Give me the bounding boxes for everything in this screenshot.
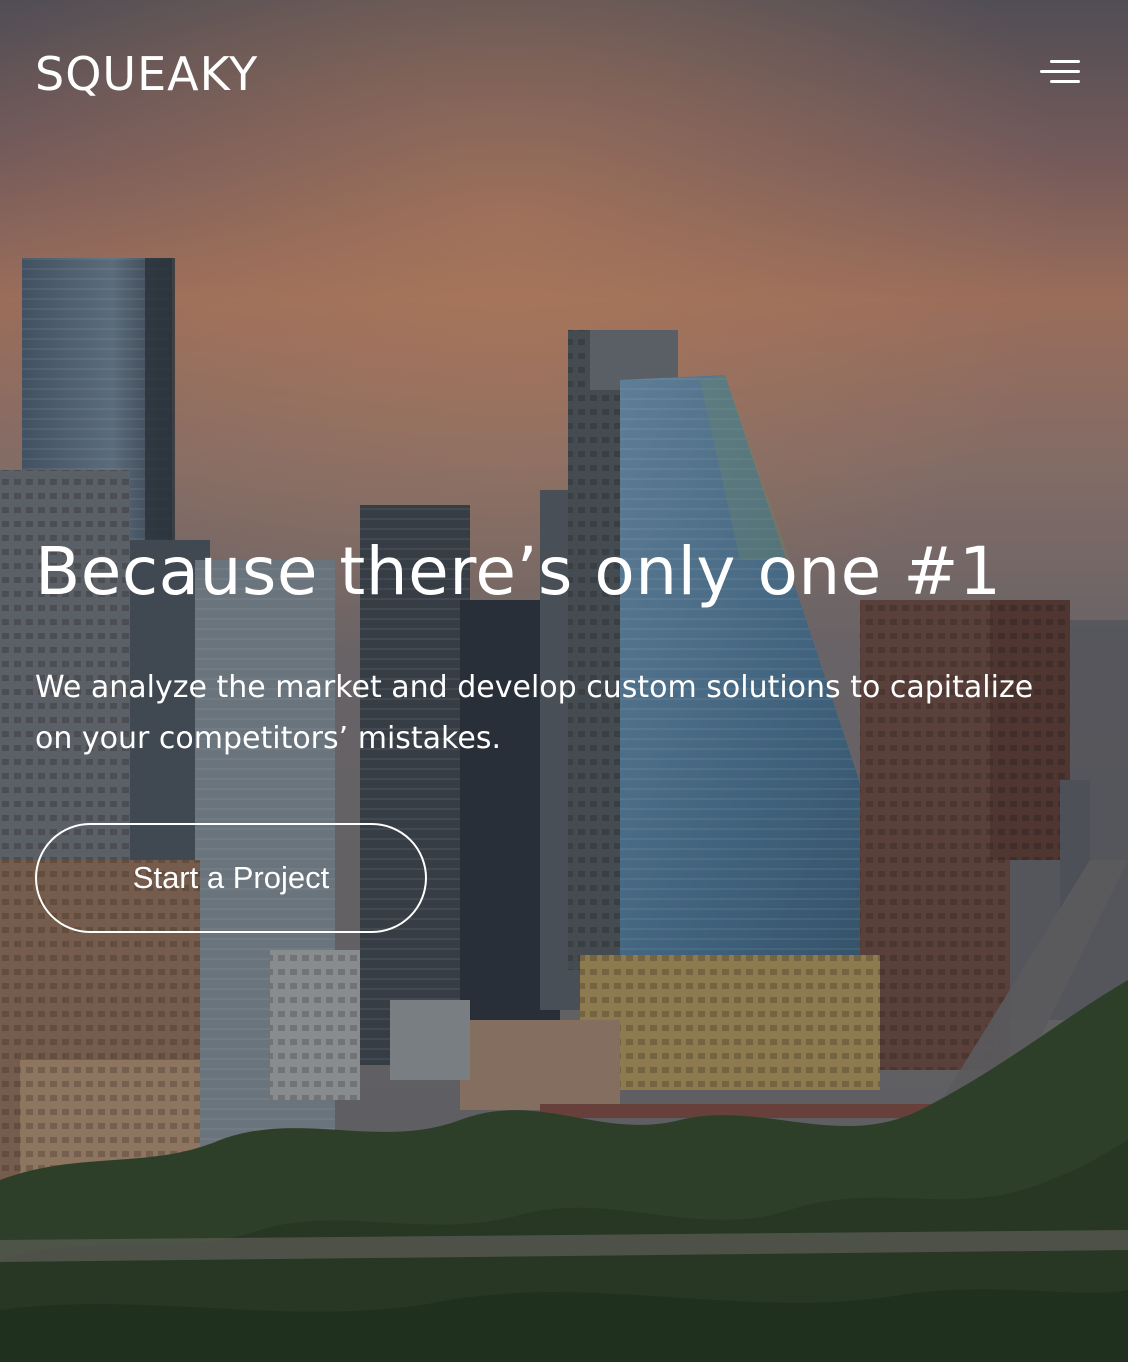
hero-section: SQUEAKY Because there’s only one #1 We a… bbox=[0, 0, 1128, 1362]
site-header: SQUEAKY bbox=[35, 44, 1080, 104]
menu-line bbox=[1050, 80, 1080, 83]
site-logo[interactable]: SQUEAKY bbox=[35, 44, 258, 104]
menu-line bbox=[1040, 70, 1080, 73]
start-project-button[interactable]: Start a Project bbox=[35, 823, 427, 933]
hero-subheading: We analyze the market and develop custom… bbox=[35, 670, 1034, 756]
hero-headline: Because there’s only one #1 bbox=[35, 533, 1002, 610]
menu-line bbox=[1050, 60, 1080, 63]
hero-content: Because there’s only one #1 We analyze t… bbox=[35, 530, 1095, 764]
hamburger-menu-icon[interactable] bbox=[1038, 58, 1080, 88]
